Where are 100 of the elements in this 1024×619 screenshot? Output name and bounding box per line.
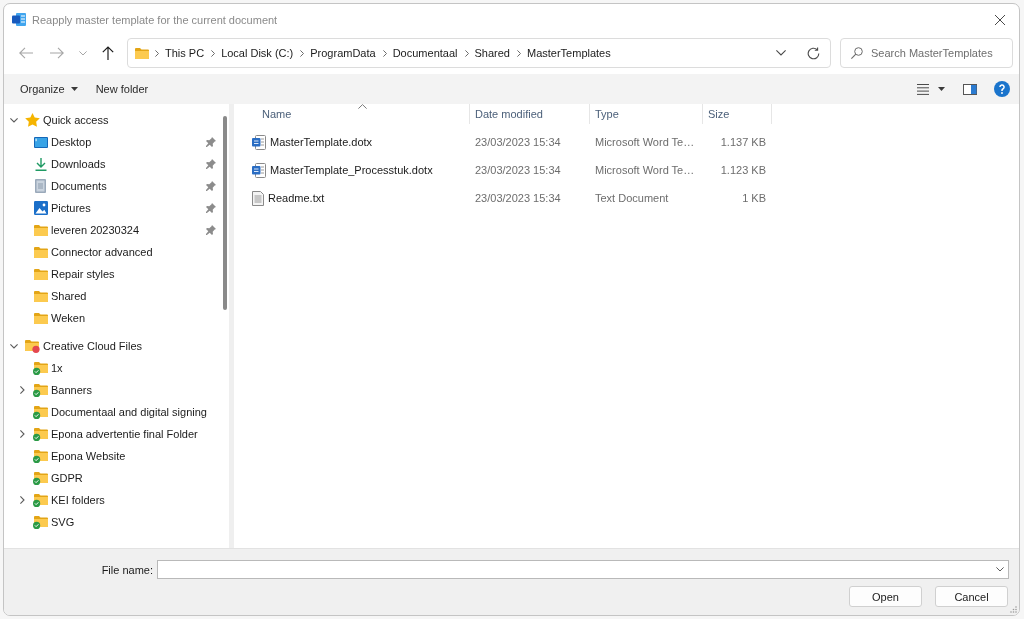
pin-icon[interactable] [206,225,216,235]
tree-item[interactable]: Creative Cloud Files [4,335,216,357]
chevron-right-icon [300,49,305,57]
pin-icon[interactable] [206,203,216,213]
tree-item[interactable]: leveren 20230324 [4,219,216,241]
tree-item[interactable]: SVG [4,511,216,533]
tree-item[interactable]: Epona Website [4,445,216,467]
tree-item[interactable]: Repair styles [4,263,216,285]
app-icon [12,13,26,26]
tree-item[interactable]: Connector advanced [4,241,216,263]
text-file-icon [252,190,264,206]
folder-check-icon [33,493,48,507]
scrollbar-thumb[interactable] [223,116,227,310]
field-label: File name: [101,563,153,576]
tree-item[interactable]: Epona advertentie final Folder [4,423,216,445]
desktop-icon [33,136,48,148]
column-header[interactable]: Name [250,104,470,124]
caret-icon [70,87,78,91]
tree-item[interactable]: GDPR [4,467,216,489]
document-icon [252,162,266,178]
tree-item[interactable]: Downloads [4,153,216,175]
chevron-down-icon [776,50,786,56]
close-icon [995,14,1005,25]
column-header[interactable]: Type [590,104,703,124]
tree-item[interactable]: Documentaal and digital signing [4,401,216,423]
folder-check-icon [33,383,48,397]
file-size: 1.123 KB [720,164,766,176]
file-row[interactable]: MasterTemplate_Processtuk.dotx 23/03/2023 15:34 Microsoft Word Te… 1.123 KB [250,156,772,184]
folder-check-icon [33,405,48,419]
breadcrumb[interactable]: Local Disk (C:) [220,44,295,62]
folder-check-icon [33,471,48,485]
folder-icon [33,246,48,258]
organize-button[interactable]: Organize [14,79,84,99]
right-arrow-icon [50,47,64,59]
folder-check-icon [33,449,48,463]
chevron-down-icon[interactable] [10,343,18,349]
preview-pane-icon [963,83,977,95]
chevron-right-icon [464,49,469,57]
pin-icon[interactable] [206,159,216,169]
breadcrumb[interactable]: ProgramData [309,44,377,62]
file-type: Text Document [595,192,669,204]
help-icon [994,81,1010,97]
date-modified: 23/03/2023 15:34 [475,164,561,176]
chevron-down-icon[interactable] [996,567,1004,572]
chevron-right-icon[interactable] [19,386,25,394]
download-icon [34,157,47,171]
resize-grip-icon[interactable] [1010,606,1017,613]
breadcrumb[interactable]: This PC [164,44,206,62]
tree-item[interactable]: Desktop [4,131,216,153]
dialog-button[interactable]: Cancel [935,586,1008,607]
folder-check-icon [33,515,48,529]
file-row[interactable]: Readme.txt 23/03/2023 15:34 Text Document 1 KB [250,184,772,212]
column-header[interactable]: Date modified [470,104,590,124]
chevron-right-icon [211,49,216,57]
chevron-right-icon [155,49,159,57]
folder-check-icon [33,427,48,441]
star-icon [25,113,40,127]
breadcrumb[interactable]: Shared [473,44,511,62]
chevron-right-icon[interactable] [19,430,25,438]
left-arrow-icon [19,47,33,59]
tree-item[interactable]: Shared [4,285,216,307]
file-name: MasterTemplate.dotx [270,136,373,148]
tree-item[interactable]: Weken [4,307,216,329]
pin-icon[interactable] [206,137,216,147]
folder-icon [33,224,48,236]
address-bar[interactable]: This PC Local Disk (C:) ProgramData Documentaal Shared MasterTemplates [127,38,831,68]
window-title: Reapply master template for the current document [32,13,278,26]
pin-icon[interactable] [206,181,216,191]
chevron-right-icon[interactable] [19,496,25,504]
caret-icon [938,87,945,91]
chevron-down-icon[interactable] [10,117,18,123]
breadcrumb[interactable]: MasterTemplates [526,44,612,62]
tree-item[interactable]: Pictures [4,197,216,219]
date-modified: 23/03/2023 15:34 [475,136,561,148]
column-header[interactable]: Size [703,104,772,124]
dialog-button[interactable]: Open [849,586,922,607]
tree-item[interactable]: KEI folders [4,489,216,511]
folder-icon [33,312,48,324]
date-modified: 23/03/2023 15:34 [475,192,561,204]
file-size: 1.137 KB [720,136,766,148]
document-icon [252,134,266,150]
file-size: 1 KB [742,192,766,204]
chevron-down-icon [79,50,87,56]
list-view-icon [917,83,929,95]
tree-item[interactable]: Banners [4,379,216,401]
file-type: Microsoft Word Te… [595,136,695,148]
folder-icon [33,290,48,302]
tree-item[interactable]: Documents [4,175,216,197]
breadcrumb[interactable]: Documentaal [391,44,459,62]
tree-item[interactable]: 1x [4,357,216,379]
documents-icon [35,179,46,193]
folder-icon [135,47,149,59]
file-row[interactable]: MasterTemplate.dotx 23/03/2023 15:34 Microsoft Word Te… 1.137 KB [250,128,772,156]
new-folder-button[interactable]: New folder [89,79,155,99]
search-field[interactable]: Search MasterTemplates [840,38,1013,68]
chevron-right-icon [382,49,387,57]
up-arrow-icon [102,46,114,60]
refresh-icon [806,46,820,60]
tree-item[interactable]: Quick access [4,109,216,131]
file-name-field[interactable] [157,560,1009,579]
